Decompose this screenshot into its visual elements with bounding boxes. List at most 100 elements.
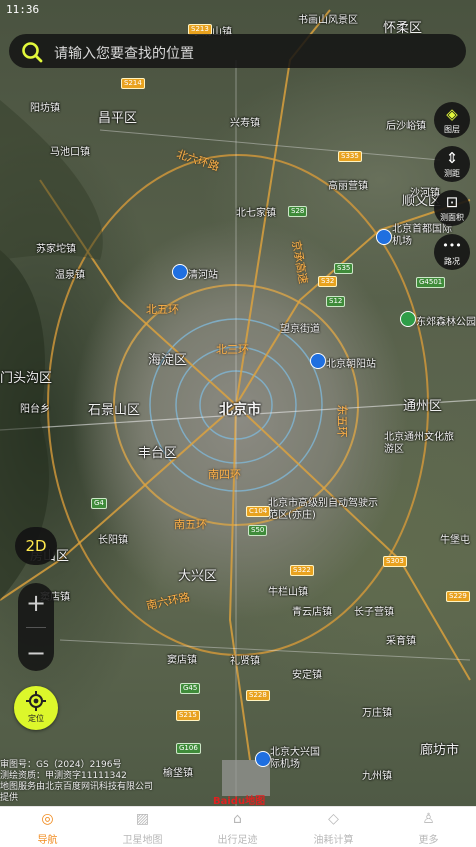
road-shield: G4 [91,498,107,509]
district-label: 大兴区 [178,569,218,584]
poi-label[interactable]: 清河站 [188,266,218,281]
train-station-icon [310,353,326,369]
road-shield: S35 [334,263,354,274]
town-label: 青云店镇 [292,607,332,618]
district-label: 丰台区 [138,446,178,461]
locate-button[interactable]: 定位 [14,686,58,730]
poi-label[interactable]: 北京大兴国际机场 [270,747,325,771]
town-label: 牛堡屯 [440,535,470,546]
copyright-line: 地图服务由北京百度网讯科技有限公司 [0,782,154,792]
tab-footprint[interactable]: ⌂ 出行足迹 [190,807,285,847]
tab-label: 油耗计算 [313,835,354,846]
town-label: 长子营镇 [354,607,394,618]
park-icon [400,311,416,327]
copyright-line: 提供 [0,793,19,803]
zoom-in-button[interactable]: + [18,585,54,621]
town-label: 礼贤镇 [230,656,260,667]
town-label: 望京街道 [280,324,320,335]
layers-button[interactable]: ◈ 图层 [434,102,470,138]
traffic-icon: ••• [442,239,462,252]
road-shield: S215 [176,710,200,721]
tab-fuel-calc[interactable]: ◇ 油耗计算 [286,807,381,847]
town-label: 采育镇 [386,636,416,647]
road-shield: G4501 [416,277,446,288]
road-shield: S303 [383,556,407,567]
town-label: 北七家镇 [236,208,276,219]
road-shield: S228 [246,690,270,701]
copyright-line: 测绘资质：甲测资字11111342 [0,771,127,781]
town-label: 后沙峪镇 [386,121,426,132]
district-label: 石景山区 [88,403,141,418]
measure-area-button[interactable]: ⊡ 测面积 [434,190,470,226]
traffic-button[interactable]: ••• 路况 [434,234,470,270]
fuel-drop-icon: ◇ [328,811,339,827]
map-mode-toggle[interactable]: 2D [15,527,57,565]
poi-label[interactable]: 北京市高级别自动驾驶示范区(亦庄) [268,498,378,522]
district-label: 廊坊市 [420,743,460,758]
user-icon: ♙ [422,811,435,827]
district-label: 昌平区 [98,111,138,126]
locate-label: 定位 [28,714,44,723]
town-label: 兴寿镇 [230,118,260,129]
town-label: 安定镇 [292,670,322,681]
road-shield: S322 [290,565,314,576]
tab-more[interactable]: ♙ 更多 [381,807,476,847]
town-label: 万庄镇 [362,708,392,719]
bottom-tab-bar: ◎ 导航 ▨ 卫星地图 ⌂ 出行足迹 ◇ 油耗计算 ♙ 更多 [0,806,476,847]
measure-distance-button[interactable]: ⇕ 测距 [434,146,470,182]
road-shield: S28 [288,206,308,217]
tool-label: 测距 [444,169,460,178]
town-label: 牛栏山镇 [268,587,308,598]
crosshair-icon [26,691,46,711]
road-shield: G106 [176,743,201,754]
satellite-map-icon: ▨ [135,811,150,827]
tab-satellite-map[interactable]: ▨ 卫星地图 [95,807,190,847]
road-shield: G45 [180,683,201,694]
road-shield: S214 [121,78,145,89]
town-label: 九州镇 [362,771,392,782]
town-label: 苏家坨镇 [36,244,76,255]
navigation-icon: ◎ [41,811,54,827]
search-bar[interactable]: 请输入您要查找的位置 [9,34,466,68]
road-shield: S50 [248,525,268,536]
status-time: 11:36 [6,3,40,16]
district-label: 海淀区 [148,353,188,368]
zoom-out-button[interactable]: − [18,635,54,671]
tab-label: 更多 [418,835,439,846]
poi-label[interactable]: 东郊森林公园 [416,313,476,328]
tab-navigation[interactable]: ◎ 导航 [0,807,95,847]
poi-label[interactable]: 北京朝阳站 [326,355,376,370]
poi-label: 书画山风景区 [298,15,358,26]
town-label: 马池口镇 [50,147,90,158]
map-copyright: 审图号：GS（2024）2196号 测绘资质：甲测资字11111342 地图服务… [0,760,153,804]
town-label: 阳坊镇 [30,103,60,114]
road-label: 北三环 [216,343,249,356]
ruler-icon: ⇕ [445,149,459,167]
airport-icon [376,229,392,245]
town-label: 窦店镇 [167,655,197,666]
town-label: 温泉镇 [55,270,85,281]
district-label: 通州区 [403,399,443,414]
footprint-icon: ⌂ [233,811,242,827]
copyright-line: 审图号：GS（2024）2196号 [0,760,122,770]
road-shield: S12 [326,296,346,307]
road-label: 南四环 [208,468,241,481]
road-label: 东五环 [335,404,349,438]
road-shield: S335 [338,151,362,162]
zoom-control: + − [18,583,54,671]
search-input[interactable]: 请输入您要查找的位置 [54,43,194,63]
tab-label: 出行足迹 [217,835,258,846]
city-label: 北京市 [219,402,261,418]
satellite-map[interactable]: 11:36 怀柔区 昌平区 顺义区 海淀区 门头沟区 石景山区 北京市 丰台区 … [0,0,476,806]
baidu-logo: Baidu地图 [213,796,266,807]
tool-label: 路况 [444,257,460,266]
area-measure-icon: ⊡ [445,193,459,211]
tool-label: 测面积 [440,213,464,222]
town-label: 长阳镇 [98,535,128,546]
tool-label: 图层 [444,125,460,134]
airport-icon [255,751,271,767]
road-shield: S229 [446,591,470,602]
poi-label[interactable]: 北京通州文化旅游区 [384,432,456,456]
zoom-divider [26,627,46,628]
tab-label: 导航 [37,835,58,846]
